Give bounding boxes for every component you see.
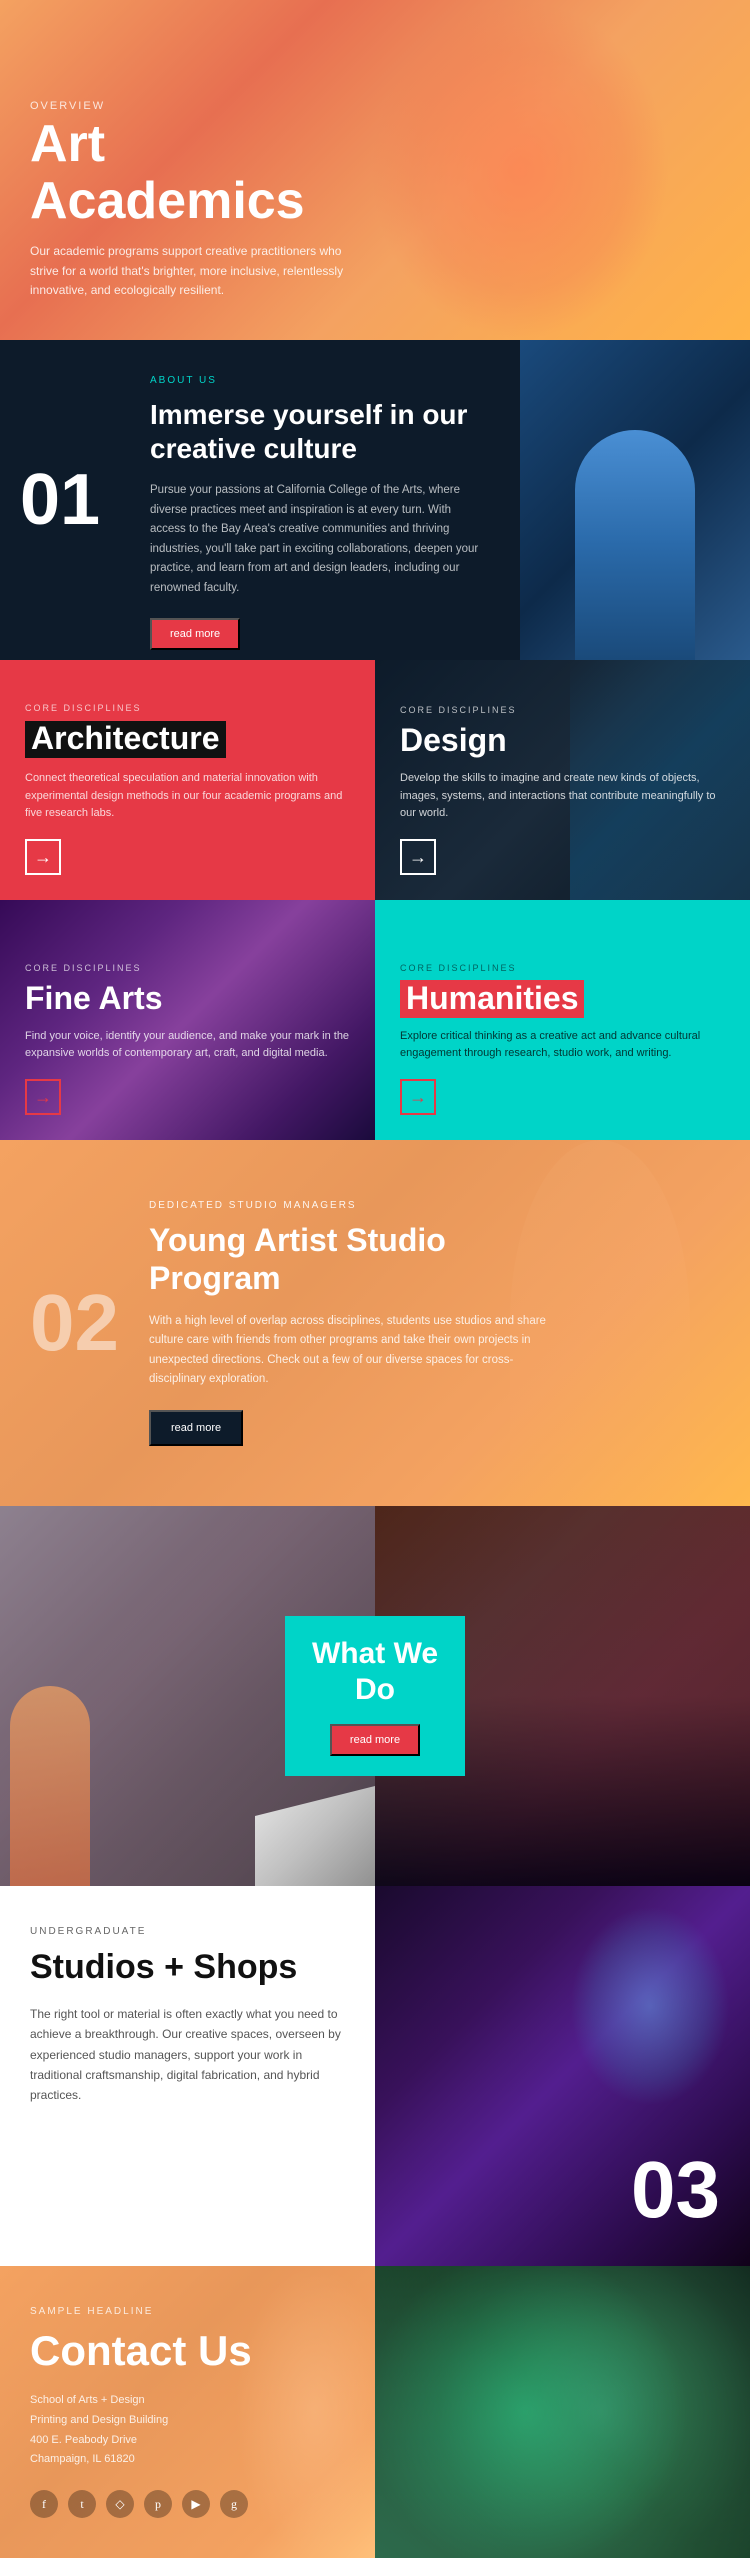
studio-number: 02 [30, 1277, 119, 1369]
design-description: Develop the skills to imagine and create… [400, 770, 725, 823]
finearts-arrow-button[interactable]: → [25, 1079, 61, 1115]
undergrad-overline: UNDERGRADUATE [30, 1926, 345, 1937]
contact-section: SAMPLE HEADLINE Contact Us School of Art… [0, 2266, 750, 2558]
what-title: What We Do [305, 1636, 445, 1708]
arch-description: Connect theoretical speculation and mate… [25, 770, 350, 823]
arch-title: Architecture [25, 721, 350, 758]
discipline-finearts: CORE DISCIPLINES Fine Arts Find your voi… [0, 900, 375, 1140]
about-section: 01 ABOUT US Immerse yourself in our crea… [0, 340, 750, 660]
discipline-humanities: CORE DISCIPLINES Humanities Explore crit… [375, 900, 750, 1140]
undergrad-number: 03 [631, 2144, 720, 2236]
undergrad-description: The right tool or material is often exac… [30, 2004, 345, 2106]
about-read-more-button[interactable]: read more [150, 618, 240, 650]
hero-title: Art Academics [30, 116, 370, 230]
hero-description: Our academic programs support creative p… [30, 242, 370, 300]
person-left-silhouette [10, 1686, 90, 1886]
contact-sequin-overlay [375, 2266, 750, 2558]
about-description: Pursue your passions at California Colle… [150, 481, 490, 598]
contact-bg-figure [235, 2266, 375, 2558]
design-title: Design [400, 723, 725, 758]
humanities-description: Explore critical thinking as a creative … [400, 1028, 725, 1063]
facebook-icon[interactable]: f [30, 2490, 58, 2518]
finearts-overline: CORE DISCIPLINES [25, 963, 350, 973]
studio-deco-figure [510, 1140, 690, 1506]
undergrad-title: Studios + Shops [30, 1947, 345, 1988]
humanities-overline: CORE DISCIPLINES [400, 963, 725, 973]
studio-title: Young Artist Studio Program [149, 1221, 549, 1298]
discipline-architecture: CORE DISCIPLINES Architecture Connect th… [0, 660, 375, 900]
humanities-title: Humanities [400, 981, 725, 1016]
undergrad-face-glow [570, 1906, 730, 2106]
finearts-title: Fine Arts [25, 981, 350, 1016]
studio-description: With a high level of overlap across disc… [149, 1312, 549, 1390]
what-center-card: What We Do read more [285, 1616, 465, 1776]
what-read-more-button[interactable]: read more [330, 1724, 420, 1756]
hero-bg-figure [370, 0, 670, 340]
undergrad-image: 03 [375, 1886, 750, 2266]
undergrad-content: UNDERGRADUATE Studios + Shops The right … [0, 1886, 375, 2266]
studio-overline: DEDICATED STUDIO MANAGERS [149, 1200, 549, 1211]
studio-section: 02 DEDICATED STUDIO MANAGERS Young Artis… [0, 1140, 750, 1506]
person-silhouette [575, 430, 695, 660]
about-number: 01 [0, 340, 120, 660]
finearts-description: Find your voice, identify your audience,… [25, 1028, 350, 1063]
about-image [520, 340, 750, 660]
undergrad-section: UNDERGRADUATE Studios + Shops The right … [0, 1886, 750, 2266]
arch-arrow-button[interactable]: → [25, 839, 61, 875]
what-we-do-section: What We Do read more [0, 1506, 750, 1886]
about-content: ABOUT US Immerse yourself in our creativ… [120, 340, 520, 660]
discipline-design: CORE DISCIPLINES Design Develop the skil… [375, 660, 750, 900]
about-title: Immerse yourself in our creative culture [150, 398, 490, 465]
disciplines-section: CORE DISCIPLINES Architecture Connect th… [0, 660, 750, 1140]
instagram-icon[interactable]: ◇ [106, 2490, 134, 2518]
hero-content: OVERVIEW Art Academics Our academic prog… [30, 100, 370, 300]
design-arrow-button[interactable]: → [400, 839, 436, 875]
hero-overline: OVERVIEW [30, 100, 370, 112]
arch-overline: CORE DISCIPLINES [25, 703, 350, 713]
design-overline: CORE DISCIPLINES [400, 705, 725, 715]
studio-read-more-button[interactable]: read more [149, 1410, 243, 1446]
contact-left: SAMPLE HEADLINE Contact Us School of Art… [0, 2266, 375, 2558]
contact-right-image [375, 2266, 750, 2558]
studio-content: DEDICATED STUDIO MANAGERS Young Artist S… [149, 1200, 549, 1446]
humanities-arrow-button[interactable]: → [400, 1079, 436, 1115]
about-overline: ABOUT US [150, 375, 490, 386]
hero-section: OVERVIEW Art Academics Our academic prog… [0, 0, 750, 340]
youtube-icon[interactable]: ▶ [182, 2490, 210, 2518]
pinterest-icon[interactable]: p [144, 2490, 172, 2518]
twitter-icon[interactable]: t [68, 2490, 96, 2518]
